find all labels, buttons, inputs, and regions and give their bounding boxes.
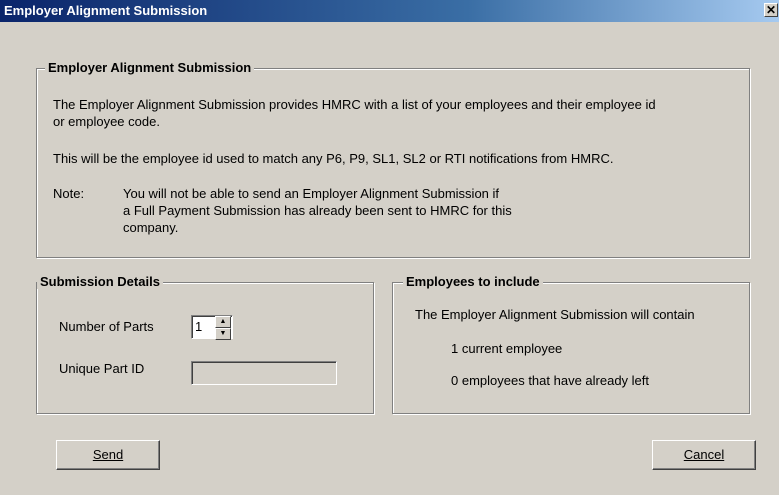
window-title: Employer Alignment Submission: [4, 3, 208, 18]
info-line-2: or employee code.: [53, 114, 160, 129]
employees-group: Employees to include The Employer Alignm…: [392, 274, 750, 414]
submission-details-legend: Submission Details: [37, 274, 163, 289]
employees-legend: Employees to include: [403, 274, 543, 289]
number-of-parts-label: Number of Parts: [59, 319, 154, 334]
cancel-button-label: Cancel: [683, 447, 725, 462]
number-of-parts-value: 1: [195, 319, 203, 334]
submission-details-group: Submission Details Number of Parts 1 ▲ ▼…: [36, 274, 374, 414]
title-bar: Employer Alignment Submission ✕: [0, 0, 779, 22]
employees-line-1: The Employer Alignment Submission will c…: [415, 307, 695, 322]
info-group-legend: Employer Alignment Submission: [45, 60, 255, 75]
info-line-1: The Employer Alignment Submission provid…: [53, 97, 656, 112]
send-button[interactable]: Send: [56, 440, 160, 470]
note-label: Note:: [53, 186, 85, 201]
note-line-1: You will not be able to send an Employer…: [123, 186, 500, 201]
send-button-label: Send: [92, 447, 124, 462]
spin-up-icon[interactable]: ▲: [215, 316, 231, 328]
unique-part-id-label: Unique Part ID: [59, 361, 145, 376]
close-icon[interactable]: ✕: [764, 3, 778, 17]
unique-part-id-input[interactable]: [191, 361, 337, 385]
note-line-2: a Full Payment Submission has already be…: [123, 203, 512, 218]
parts-spinner[interactable]: ▲ ▼: [215, 316, 231, 340]
employees-line-2: 1 current employee: [451, 341, 563, 356]
info-line-3: This will be the employee id used to mat…: [53, 151, 614, 166]
employees-line-3: 0 employees that have already left: [451, 373, 650, 388]
note-line-3: company.: [123, 220, 179, 235]
spin-down-icon[interactable]: ▼: [215, 328, 231, 340]
cancel-button[interactable]: Cancel: [652, 440, 756, 470]
info-group: Employer Alignment Submission The Employ…: [36, 60, 750, 258]
number-of-parts-input[interactable]: 1 ▲ ▼: [191, 315, 233, 340]
